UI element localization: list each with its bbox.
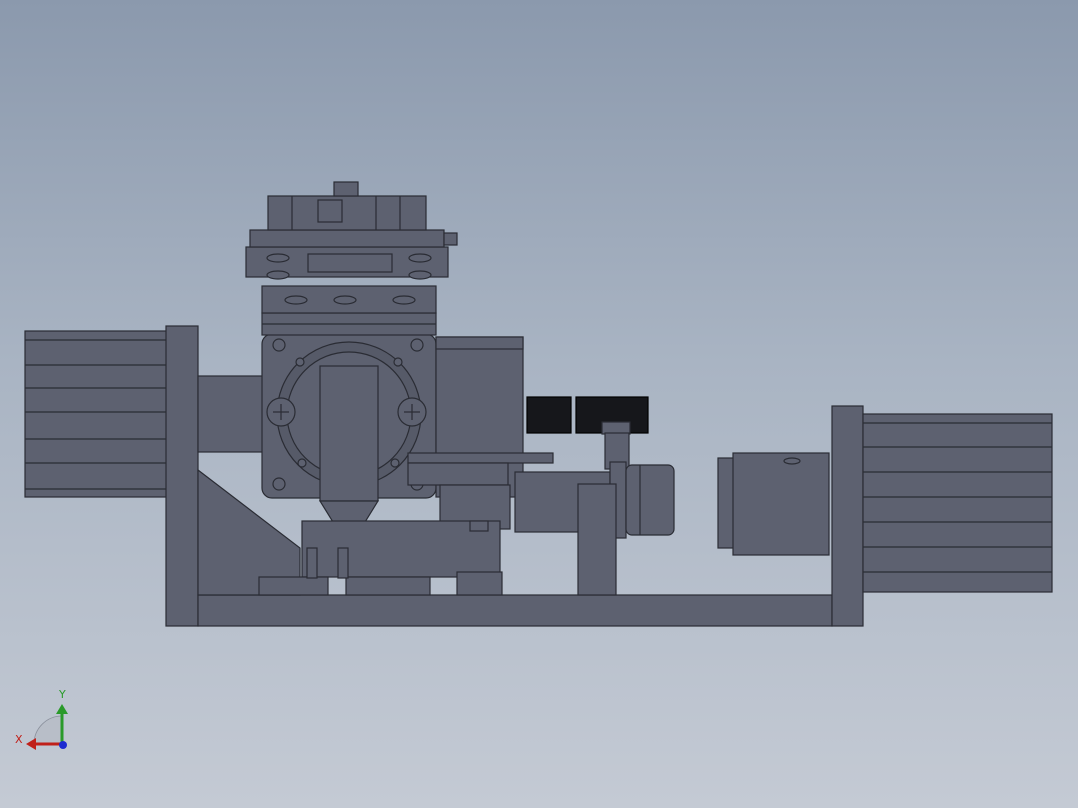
top-plate-stack[interactable] [245, 181, 458, 336]
assembly-model[interactable] [0, 0, 1078, 808]
y-axis-label: Y [59, 688, 66, 701]
right-motor[interactable] [862, 413, 1053, 593]
support-post[interactable] [577, 483, 617, 596]
x-axis-label: X [15, 733, 23, 746]
cad-graphics-viewport[interactable]: Y X [0, 0, 1078, 808]
right-motor-cap[interactable] [717, 452, 830, 556]
left-motor[interactable] [24, 330, 169, 498]
left-coupling[interactable] [197, 375, 269, 453]
coordinate-triad [26, 704, 68, 750]
